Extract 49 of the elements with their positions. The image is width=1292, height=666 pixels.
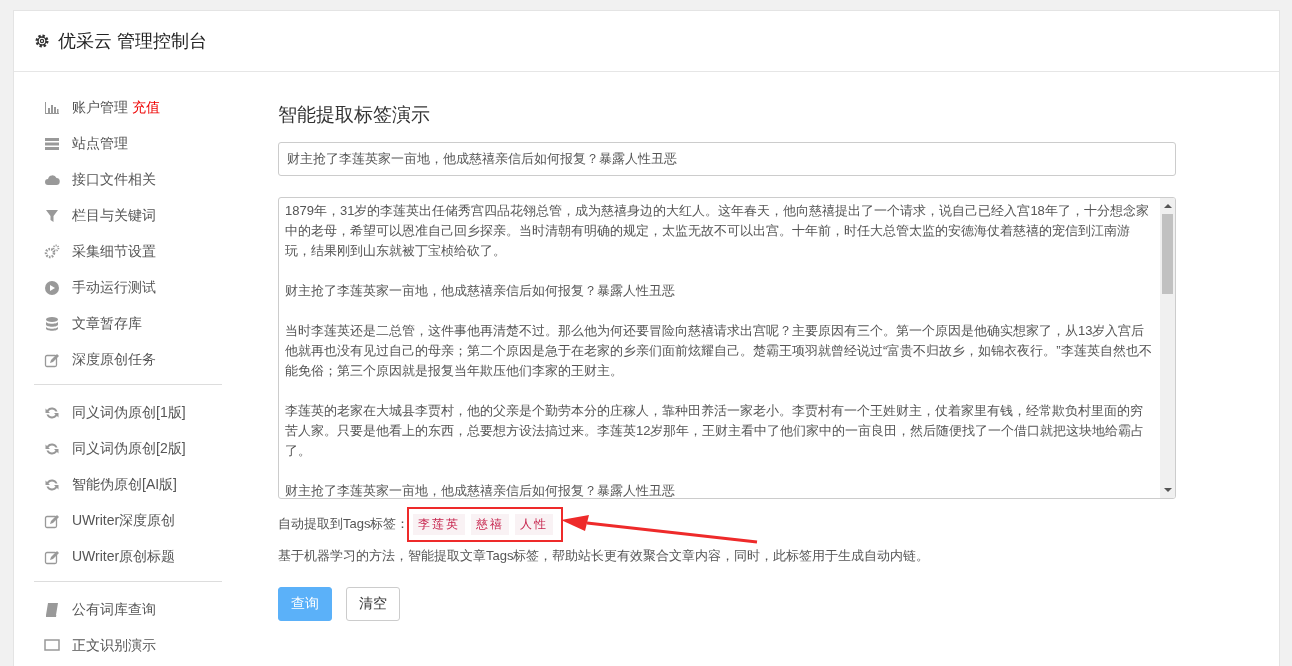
console-title: 优采云 管理控制台: [58, 30, 207, 53]
refresh-icon: [44, 405, 60, 421]
paragraph: 财主抢了李莲英家一亩地，他成慈禧亲信后如何报复？暴露人性丑恶: [285, 282, 676, 300]
sidebar-item[interactable]: 手动运行测试: [72, 279, 156, 297]
sidebar-item[interactable]: 智能伪原创[AI版]: [72, 476, 177, 494]
tags-label: 自动提取到Tags标签：: [278, 515, 410, 533]
sidebar-item[interactable]: 采集细节设置: [72, 243, 156, 261]
chart-icon: [44, 100, 60, 116]
settings-icon: [34, 33, 50, 49]
database-icon: [44, 316, 60, 332]
paragraph: 1879年，31岁的李莲英出任储秀宫四品花翎总管，成为慈禧身边的大红人。这年春天，他向慈禧提出了一个请求，说自己已经入宫18年了，十分想念家中的老母，希望可以恩准自己回乡探亲。当时清朝有明确的规定，太监无故不可以出宫。十年前，时任大总管太监的安德海仗着慈禧的宠信到江南游玩，结果刚到山东就被丁宝桢给砍了。: [285, 202, 1150, 260]
sidebar-item[interactable]: UWriter原创标题: [72, 548, 176, 566]
scrollbar[interactable]: [1160, 198, 1175, 498]
sidebar-item[interactable]: 深度原创任务: [72, 351, 156, 369]
sidebar-item[interactable]: 接口文件相关: [72, 171, 156, 189]
monitor-icon: [44, 638, 60, 654]
server-icon: [44, 136, 60, 152]
book-icon: [44, 602, 60, 618]
content-field[interactable]: [278, 197, 1176, 499]
refresh-icon: [44, 441, 60, 457]
description: 基于机器学习的方法，智能提取文章Tags标签，帮助站长更有效聚合文章内容，同时，此标签用于生成自动内链。: [278, 547, 931, 565]
recharge-link[interactable]: 充值: [132, 99, 160, 117]
sidebar-item[interactable]: 站点管理: [72, 135, 128, 153]
page-title: 智能提取标签演示: [278, 103, 431, 127]
gears-icon: [44, 244, 60, 260]
refresh-icon: [44, 477, 60, 493]
paragraph: 财主抢了李莲英家一亩地，他成慈禧亲信后如何报复？暴露人性丑恶: [285, 482, 676, 498]
sidebar-item[interactable]: 公有词库查询: [72, 601, 156, 619]
sidebar-item[interactable]: 同义词伪原创[1版]: [72, 404, 186, 422]
edit-icon: [44, 513, 60, 529]
scroll-thumb[interactable]: [1162, 214, 1173, 294]
sidebar-item[interactable]: UWriter深度原创: [72, 512, 176, 530]
tag: 人性: [515, 513, 554, 535]
clear-button[interactable]: 清空: [346, 587, 400, 621]
paragraph: 当时李莲英还是二总管，这件事他再清楚不过。那么他为何还要冒险向慈禧请求出宫呢？主要原因有三个。第一个原因是他确实想家了，从13岁入宫后他就再也没有见过自己的母亲；第二个原因是急于在老家的乡亲们面前炫耀自己。楚霸王项羽就曾经说过“富贵不归故乡，如锦衣夜行。”李莲英自然也不能免俗；第三个原因就是报复当年欺压他们李家的王财主。: [285, 322, 1153, 380]
sidebar-item[interactable]: 账户管理: [72, 99, 128, 117]
cloud-upload-icon: [44, 172, 60, 188]
sidebar-item[interactable]: 文章暂存库: [72, 315, 142, 333]
sidebar-item[interactable]: 正文识别演示: [72, 637, 156, 655]
play-icon: [44, 280, 60, 296]
tag: 慈禧: [471, 513, 510, 535]
tag: 李莲英: [413, 513, 466, 535]
edit-icon: [44, 352, 60, 368]
paragraph: 李莲英的老家在大城县李贾村，他的父亲是个勤劳本分的庄稼人，靠种田养活一家老小。李贾村有一个王姓财主，仗着家里有钱，经常欺负村里面的穷苦人家。只要是他看上的东西，总要想方设法搞过来。李莲英12岁那年，王财主看中了他们家中的一亩良田，然后随便找了一个借口就把这块地给霸占了。: [285, 402, 1146, 460]
filter-icon: [44, 208, 60, 224]
edit-icon: [44, 549, 60, 565]
sidebar-item[interactable]: 同义词伪原创[2版]: [72, 440, 186, 458]
title-field[interactable]: 财主抢了李莲英家一亩地，他成慈禧亲信后如何报复？暴露人性丑恶: [278, 142, 1176, 176]
sidebar-item[interactable]: 栏目与关键词: [72, 207, 156, 225]
